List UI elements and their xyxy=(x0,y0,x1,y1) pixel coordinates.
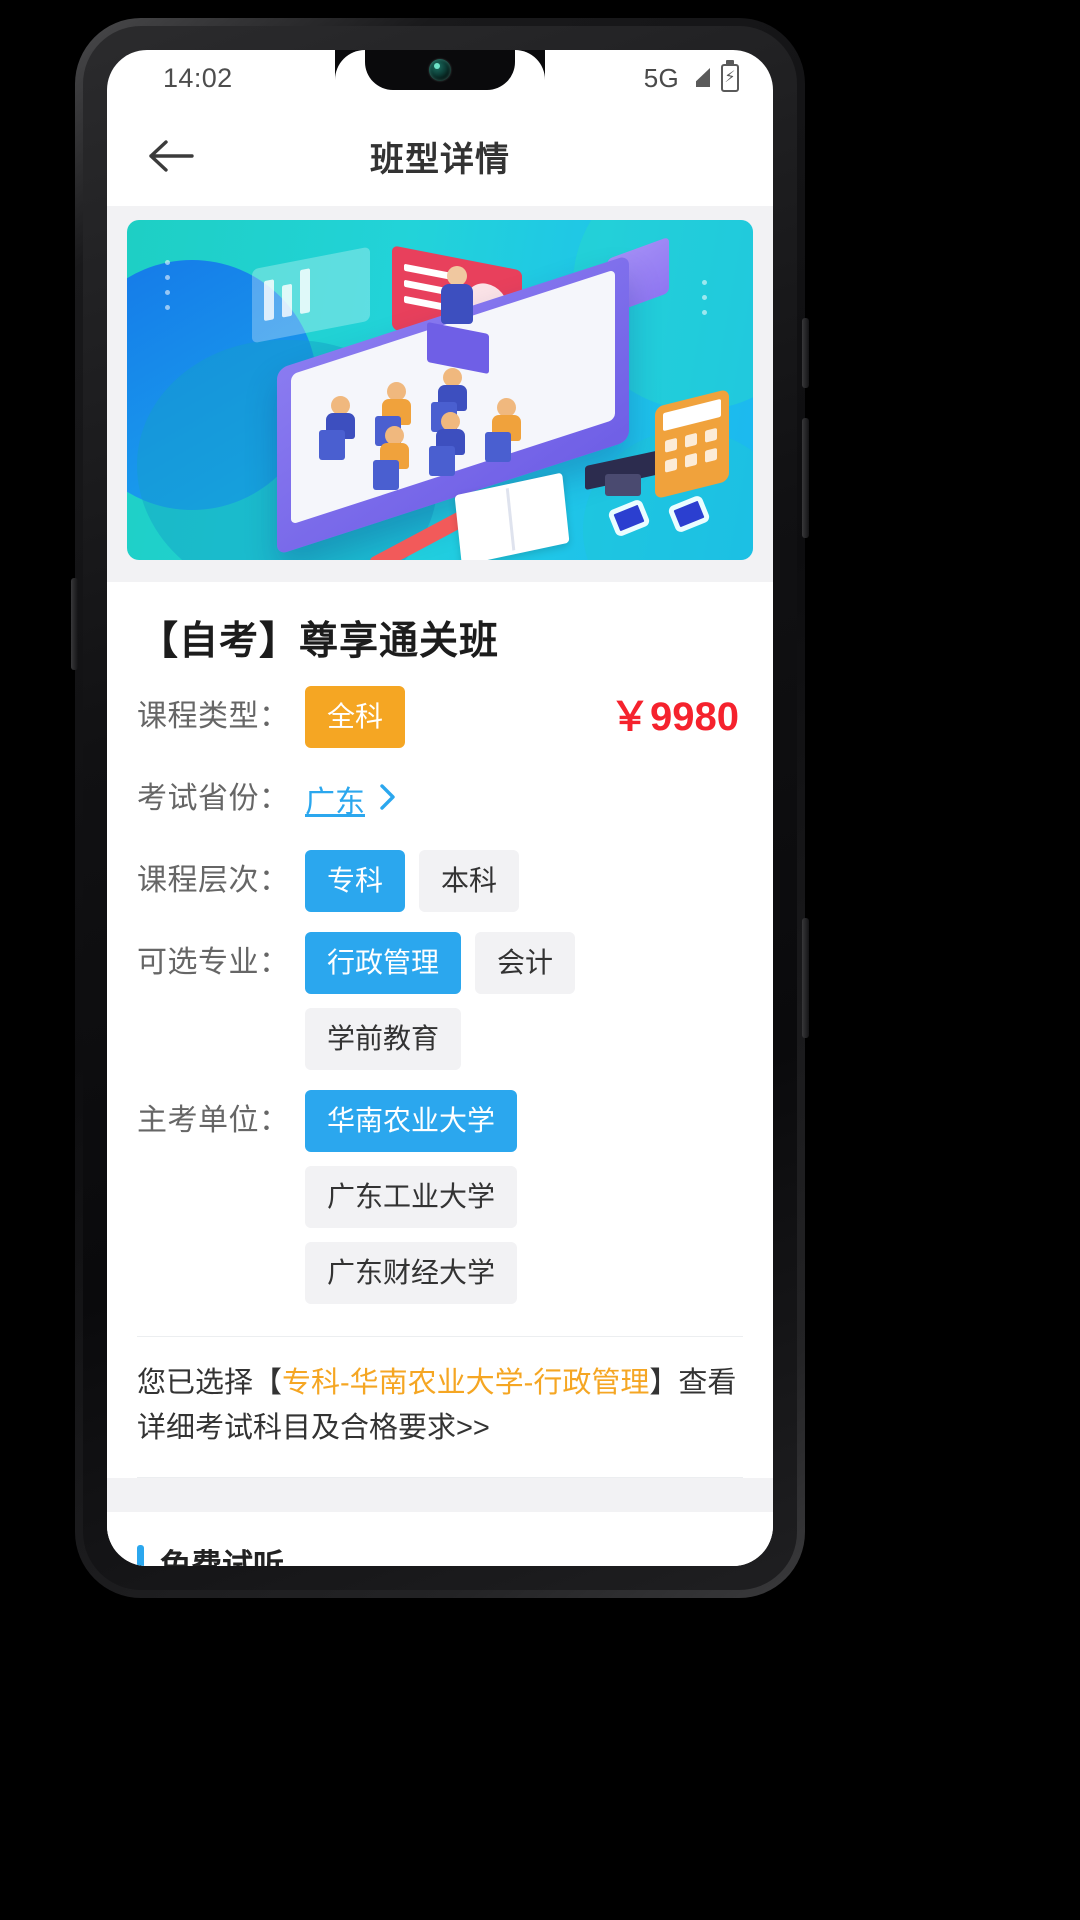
chip-major-preschool[interactable]: 学前教育 xyxy=(305,1008,462,1070)
row-label-course-type: 课程类型： xyxy=(137,700,290,733)
phone-frame: 14:02 5G ⚡ 班型详情 【自考】尊享通关班 课程类型： 全科 ￥9980… xyxy=(71,18,809,1598)
province-value: 广东 xyxy=(305,786,365,819)
side-button-upper[interactable] xyxy=(802,418,809,538)
notice-prefix: 您已选择【 xyxy=(137,1367,283,1399)
front-camera-icon xyxy=(429,59,451,81)
row-label-university: 主考单位： xyxy=(137,1104,290,1137)
row-course-type: 课程类型： 全科 ￥9980 xyxy=(107,676,773,758)
province-selector[interactable]: 广东 xyxy=(305,768,399,830)
course-banner-image xyxy=(127,220,753,560)
row-label-major: 可选专业： xyxy=(137,946,290,979)
navigation-bar: 班型详情 xyxy=(107,106,773,206)
selection-notice[interactable]: 您已选择【专科-华南农业大学-行政管理】查看详细考试科目及合格要求>> xyxy=(107,1337,773,1477)
free-trial-title: 免费试听 xyxy=(160,1547,284,1566)
screenshot-stage: 14:02 5G ⚡ 班型详情 【自考】尊享通关班 课程类型： 全科 ￥9980… xyxy=(0,0,1080,1920)
row-exam-province: 考试省份： 广东 xyxy=(107,758,773,840)
side-button-lower[interactable] xyxy=(802,918,809,1038)
section-gap xyxy=(107,1477,773,1512)
row-major: 可选专业： 行政管理 会计 学前教育 xyxy=(107,922,773,1080)
banner-section xyxy=(107,206,773,582)
chip-course-type-all[interactable]: 全科 xyxy=(305,686,406,748)
chip-level-benke[interactable]: 本科 xyxy=(419,850,520,912)
row-university: 主考单位： 华南农业大学 广东工业大学 广东财经大学 xyxy=(107,1080,773,1314)
chip-major-admin[interactable]: 行政管理 xyxy=(305,932,462,994)
course-price: ￥9980 xyxy=(610,695,739,739)
signal-bars-icon xyxy=(687,67,713,89)
power-button[interactable] xyxy=(802,318,809,388)
row-label-exam-province: 考试省份： xyxy=(137,782,290,815)
free-trial-header: 免费试听 xyxy=(107,1511,773,1566)
status-time: 14:02 xyxy=(163,62,233,93)
course-title: 【自考】尊享通关班 xyxy=(139,620,500,663)
notice-highlight: 专科-华南农业大学-行政管理 xyxy=(282,1367,650,1399)
chip-university-gdut[interactable]: 广东工业大学 xyxy=(305,1166,518,1228)
chip-level-zhuanke[interactable]: 专科 xyxy=(305,850,406,912)
free-trial-section: 免费试听 [12656]毛泽东思想和中国特色社会主义理论... xyxy=(107,1511,773,1566)
back-arrow-icon[interactable] xyxy=(139,124,203,188)
chip-major-accounting[interactable]: 会计 xyxy=(475,932,576,994)
battery-charging-icon: ⚡ xyxy=(721,64,739,92)
chip-university-gdufe[interactable]: 广东财经大学 xyxy=(305,1242,518,1304)
camera-notch xyxy=(365,50,515,106)
course-detail-card: 【自考】尊享通关班 课程类型： 全科 ￥9980 考试省份： 广东 课程层次： … xyxy=(107,582,773,1478)
row-label-course-level: 课程层次： xyxy=(137,864,290,897)
volume-button[interactable] xyxy=(71,578,78,670)
phone-screen: 14:02 5G ⚡ 班型详情 【自考】尊享通关班 课程类型： 全科 ￥9980… xyxy=(107,50,773,1566)
page-title: 班型详情 xyxy=(370,140,510,179)
row-course-level: 课程层次： 专科 本科 xyxy=(107,840,773,922)
network-type-label: 5G xyxy=(643,62,679,93)
section-accent-bar xyxy=(137,1545,144,1566)
phone-bezel: 14:02 5G ⚡ 班型详情 【自考】尊享通关班 课程类型： 全科 ￥9980… xyxy=(83,26,797,1590)
status-indicators: 5G ⚡ xyxy=(644,63,739,94)
chevron-right-icon xyxy=(377,782,399,817)
chip-university-scau[interactable]: 华南农业大学 xyxy=(305,1090,518,1152)
